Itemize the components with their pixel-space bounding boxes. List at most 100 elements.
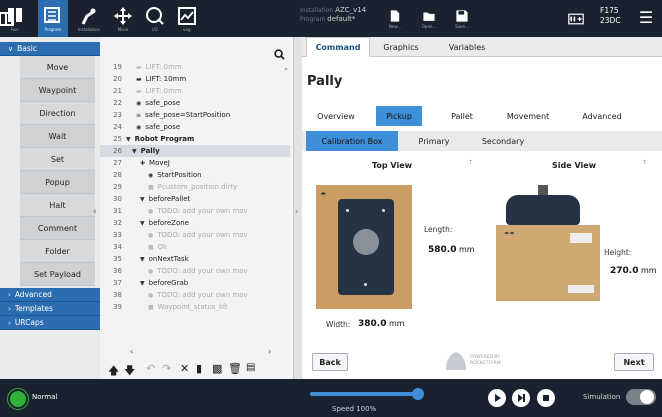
run-label: Run	[11, 26, 19, 32]
delete-button[interactable]: 🗑	[228, 362, 242, 376]
tree-row[interactable]: 36 ● TODO: add your own mov	[100, 265, 290, 277]
speed-slider-handle[interactable]	[412, 388, 424, 400]
installation-button[interactable]: Installation	[74, 0, 104, 37]
tab-overview[interactable]: Overview	[312, 106, 360, 126]
tree-node-icon: ▼	[140, 195, 145, 203]
tree-row[interactable]: 23 ≡ safe_pose=StartPosition	[100, 109, 290, 121]
open-program-button[interactable]: Open...	[416, 0, 442, 37]
tree-row[interactable]: 28 ◉ StartPosition	[100, 169, 290, 181]
tab-pickup[interactable]: Pickup	[376, 106, 422, 126]
tree-row[interactable]: 31 ● TODO: add your own mov	[100, 205, 290, 217]
undo-button[interactable]: ↶	[146, 362, 155, 376]
length-unit: mm	[459, 245, 475, 254]
tree-row[interactable]: 35 ▼ onNextTask	[100, 253, 290, 265]
search-icon[interactable]	[274, 45, 285, 64]
tab-calibration-box-label: Calibration Box	[321, 136, 383, 146]
node-direction[interactable]: Direction	[20, 102, 95, 125]
node-waypoint[interactable]: Waypoint	[20, 79, 95, 102]
cut-button[interactable]: ✕	[180, 362, 189, 376]
category-templates[interactable]: › Templates	[0, 302, 100, 316]
stop-button[interactable]	[537, 389, 555, 407]
node-folder[interactable]: Folder	[20, 240, 95, 263]
line-number: 27	[113, 159, 122, 167]
tab-secondary[interactable]: Secondary	[472, 131, 534, 151]
tree-row[interactable]: 29 ■ Pcustom_position.dirty	[100, 181, 290, 193]
node-halt[interactable]: Halt	[20, 194, 95, 217]
tree-row[interactable]: 27 ✚ MoveJ	[100, 157, 290, 169]
tree-node-icon: ●	[148, 267, 154, 275]
tree-row[interactable]: 30 ▼ beforePallet	[100, 193, 290, 205]
tree-row[interactable]: 33 ● TODO: add your own mov	[100, 229, 290, 241]
tree-row[interactable]: 25 ▼ Robot Program	[100, 133, 290, 145]
io-button[interactable]: I/O	[140, 0, 170, 37]
paste-button[interactable]: ▩	[212, 362, 222, 376]
play-button[interactable]	[488, 389, 506, 407]
tab-graphics[interactable]: Graphics	[376, 37, 426, 57]
status-indicator-icon[interactable]	[8, 389, 28, 409]
scroll-right-icon[interactable]: ›	[268, 347, 271, 356]
next-button[interactable]: Next	[614, 353, 654, 371]
new-program-button[interactable]: New...	[382, 0, 408, 37]
move-down-button[interactable]: 🡇	[124, 362, 135, 377]
back-button[interactable]: Back	[312, 353, 348, 371]
redo-button[interactable]: ↷	[162, 362, 171, 376]
scroll-left-icon[interactable]: ‹	[130, 347, 133, 356]
tree-row[interactable]: 22 ◉ safe_pose	[100, 97, 290, 109]
tree-row[interactable]: 37 ▼ beforeGrab	[100, 277, 290, 289]
step-button[interactable]	[512, 389, 530, 407]
tab-pallet-label: Pallet	[451, 111, 473, 121]
node-set-payload[interactable]: Set Payload	[20, 263, 95, 286]
category-urcaps[interactable]: › URCaps	[0, 316, 100, 330]
category-advanced[interactable]: › Advanced	[0, 288, 100, 302]
height-number[interactable]: 270.0	[610, 266, 638, 276]
move-button[interactable]: Move	[108, 0, 138, 37]
move-up-button[interactable]: 🡅	[108, 362, 119, 377]
tree-row[interactable]: 19 ▬ LIFT: 0mm	[100, 61, 290, 73]
scroll-up-icon[interactable]: ⌃	[283, 67, 289, 75]
panel-splitter[interactable]: ›	[294, 37, 302, 379]
node-set[interactable]: Set	[20, 148, 95, 171]
tree-row[interactable]: 34 ■ Ok	[100, 241, 290, 253]
tree-node-label: safe_pose=StartPosition	[145, 111, 231, 119]
ur-plus-icon	[568, 13, 584, 24]
tree-row[interactable]: 20 ▬ LIFT: 10mm	[100, 73, 290, 85]
copy-button[interactable]: ▮	[196, 362, 202, 376]
program-button[interactable]: Program	[38, 0, 68, 37]
suppress-button[interactable]: ▤	[246, 362, 255, 376]
folder-icon	[423, 12, 435, 21]
fragile-icon: ☂☂	[504, 231, 515, 238]
length-label: Length:	[424, 225, 453, 234]
ur-plus-button[interactable]	[565, 0, 587, 37]
tree-row[interactable]: 21 ▬ LIFT: 0mm	[100, 85, 290, 97]
tab-variables[interactable]: Variables	[442, 37, 492, 57]
line-number: 24	[113, 123, 122, 131]
menu-icon[interactable]: ☰	[636, 8, 656, 28]
tree-row[interactable]: 39 ■ Waypoint_status_lift	[100, 301, 290, 313]
tree-row[interactable]: 32 ▼ beforeZone	[100, 217, 290, 229]
tab-command[interactable]: Command	[306, 37, 370, 57]
node-direction-label: Direction	[39, 108, 76, 118]
node-comment[interactable]: Comment	[20, 217, 95, 240]
side-view-box: ☂☂	[496, 225, 600, 301]
speed-slider[interactable]	[310, 392, 420, 396]
tab-pallet[interactable]: Pallet	[440, 106, 484, 126]
tree-row[interactable]: 38 ● TODO: add your own mov	[100, 289, 290, 301]
line-number: 26	[113, 147, 122, 155]
simulation-toggle[interactable]	[626, 389, 656, 405]
width-number[interactable]: 380.0	[358, 319, 386, 329]
length-number[interactable]: 580.0	[428, 245, 456, 255]
tab-calibration-box[interactable]: Calibration Box	[306, 131, 398, 151]
node-move[interactable]: Move	[20, 56, 95, 79]
run-button[interactable]: Run	[4, 0, 26, 37]
tab-command-label: Command	[315, 43, 361, 52]
node-wait[interactable]: Wait	[20, 125, 95, 148]
category-basic[interactable]: ∨ Basic	[0, 42, 100, 56]
tab-advanced[interactable]: Advanced	[572, 106, 632, 126]
node-popup[interactable]: Popup	[20, 171, 95, 194]
tab-primary[interactable]: Primary	[406, 131, 462, 151]
tree-row[interactable]: 24 ◉ safe_pose	[100, 121, 290, 133]
tree-row[interactable]: 26 ▼ Pally	[100, 145, 290, 157]
log-button[interactable]: Log	[172, 0, 202, 37]
save-program-button[interactable]: Save...	[449, 0, 475, 37]
tab-movement[interactable]: Movement	[498, 106, 558, 126]
